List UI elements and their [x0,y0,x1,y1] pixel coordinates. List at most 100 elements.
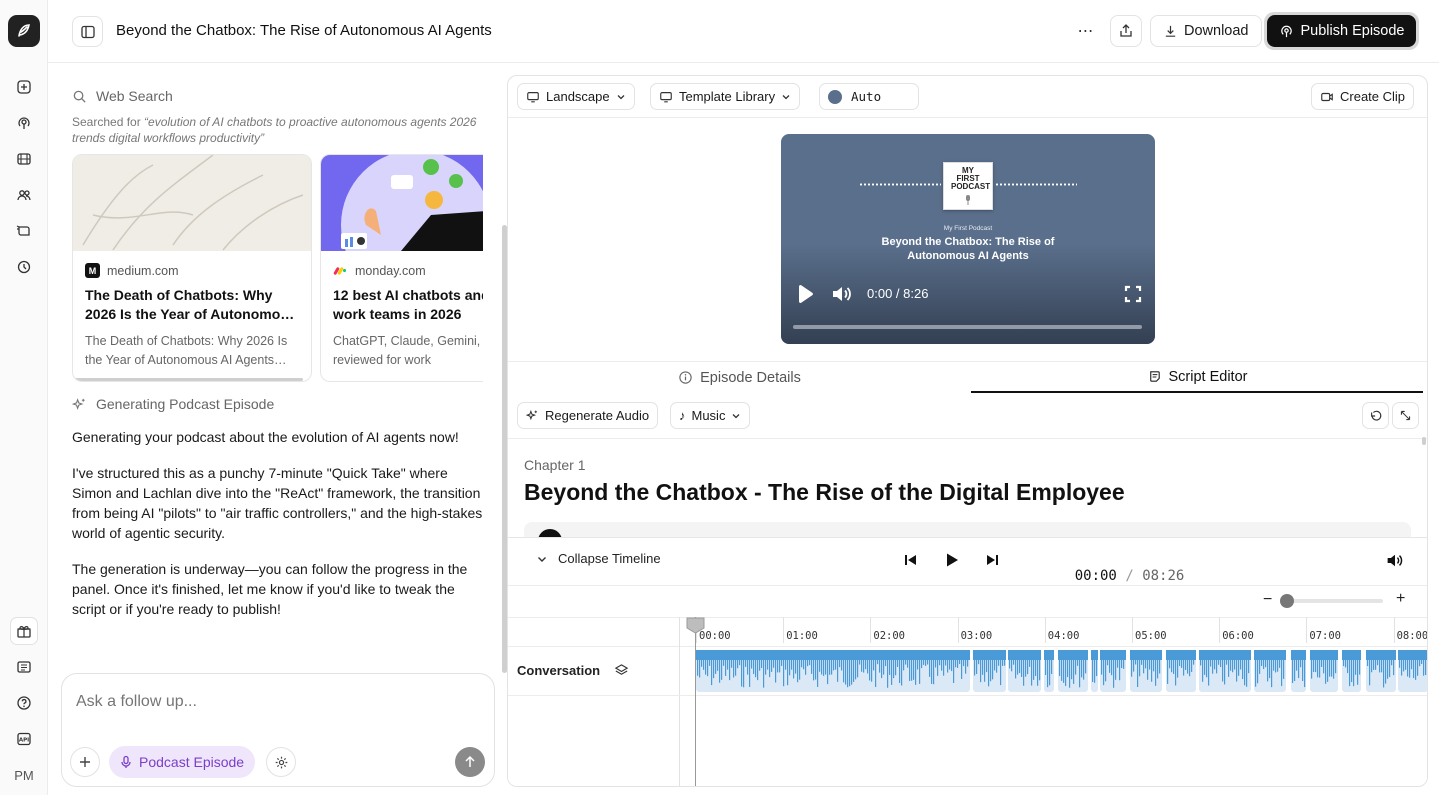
ruler-tick-line [957,617,959,643]
create-clip-button[interactable]: Create Clip [1311,83,1415,110]
volume-icon [1387,554,1403,567]
waveform-bar [1210,658,1212,667]
waveform-bar [759,658,761,671]
play-icon [799,285,813,303]
follow-up-input[interactable] [76,690,476,714]
video-library-icon[interactable] [10,145,38,173]
zoom-slider[interactable] [1280,594,1383,608]
zoom-handle[interactable] [1280,594,1294,608]
app-logo[interactable] [8,15,40,47]
publish-episode-button[interactable]: Publish Episode [1264,12,1419,50]
waveform-bar [1349,658,1351,687]
regenerate-audio-button[interactable]: Regenerate Audio [517,402,659,429]
skip-back-button[interactable] [904,553,918,567]
zoom-out-button[interactable]: − [1263,591,1272,609]
result-thumbnail [321,155,483,251]
timeline-play-button[interactable] [944,552,960,568]
play-button[interactable] [795,284,815,304]
history-button[interactable] [1362,402,1389,429]
waveform-bar [1355,658,1357,675]
waveform-bar [1259,658,1261,674]
tab-episode-details[interactable]: Episode Details [508,362,971,393]
waveform-bar [707,658,709,677]
waveform-bar [1212,658,1214,674]
music-dropdown[interactable]: ♪ Music [670,402,751,429]
clips-icon[interactable] [10,217,38,245]
waveform-bar [795,658,797,674]
waveform-bar [895,658,897,676]
podcast-icon[interactable] [10,109,38,137]
waveform-bar [988,658,990,687]
waveform-bar [1000,658,1002,686]
search-result-card[interactable]: M medium.com The Death of Chatbots: Why … [72,154,312,382]
chapter-title[interactable]: Beyond the Chatbox - The Rise of the Dig… [524,479,1125,506]
waveform-bar [935,658,937,668]
waveform-bar [755,658,757,678]
fullscreen-icon [1124,285,1142,303]
playhead[interactable] [695,617,696,786]
waveform-bar [1206,658,1208,678]
undo-history-icon [1370,410,1381,421]
waveform-bar [709,658,711,666]
new-chat-button[interactable] [10,73,38,101]
mode-chip[interactable]: Podcast Episode [109,746,256,778]
download-button[interactable]: Download [1150,15,1262,47]
mute-button[interactable] [831,284,853,304]
collapse-timeline-button[interactable]: Collapse Timeline [536,551,661,566]
waveform-bar [1183,658,1185,676]
audio-waveform[interactable] [696,648,1428,694]
waveform-bar [1101,658,1103,675]
waveform-bar [1083,658,1085,680]
waveform-bar [861,658,863,672]
skip-forward-button[interactable] [985,553,999,567]
fullscreen-button[interactable] [1124,285,1142,303]
waveform-bar [829,658,831,675]
waveform-bar [865,658,867,670]
search-result-card[interactable]: monday.com 12 best AI chatbots and for w… [320,154,483,382]
waveform-bar [843,658,845,683]
expand-button[interactable] [1392,402,1419,429]
waveform-bar [807,658,809,667]
send-button[interactable] [455,747,485,777]
chevron-down-icon [617,94,625,99]
monday-logo-icon [333,263,348,278]
avatar[interactable]: PM [10,761,38,789]
more-options-button[interactable]: ⋯ [1072,16,1100,46]
tab-script-editor[interactable]: Script Editor [971,362,1423,393]
ruler-tick-line [870,617,872,643]
help-icon[interactable] [10,689,38,717]
waveform-bar [1331,658,1333,677]
color-picker[interactable]: Auto [819,83,919,110]
waveform-bar [859,658,861,665]
toggle-sidebar-button[interactable] [72,16,103,47]
waveform-bar [1347,658,1349,674]
history-icon[interactable] [10,253,38,281]
waveform-bar [1117,658,1119,668]
video-player[interactable]: MY FIRST PODCAST My First Podcast Beyond… [781,134,1155,344]
zoom-in-button[interactable]: + [1396,590,1405,608]
docs-icon[interactable] [10,653,38,681]
waveform-bar [982,658,984,675]
gift-icon[interactable] [10,617,38,645]
waveform-bar [998,658,1000,666]
waveform-bar [1004,658,1006,666]
share-button[interactable] [1110,15,1142,47]
waveform-bar [1226,658,1228,665]
orientation-dropdown[interactable]: Landscape [517,83,635,110]
timeline-volume-button[interactable] [1386,552,1404,569]
api-icon[interactable]: API [10,725,38,753]
waveform-bar [1133,658,1135,672]
playhead-handle[interactable] [686,617,705,634]
add-attachment-button[interactable] [70,747,100,777]
waveform-bar [1173,658,1175,675]
card-scroll-indicator [73,378,303,381]
waveform-bar [1389,658,1391,677]
template-library-dropdown[interactable]: Template Library [650,83,801,110]
waveform-bar [1246,658,1248,687]
settings-button[interactable] [266,747,296,777]
waveform-bar [1113,658,1115,688]
waveform-bar [1238,658,1240,676]
editor-scrollbar[interactable] [1422,437,1426,445]
voices-icon[interactable] [10,181,38,209]
video-progress-track[interactable] [793,325,1142,329]
